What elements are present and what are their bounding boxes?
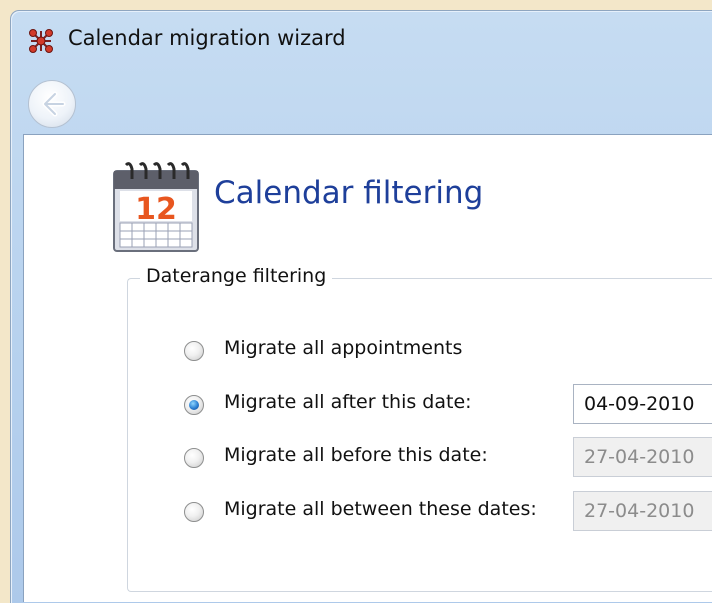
radio-label: Migrate all between these dates: — [224, 498, 537, 520]
calendar-day-number: 12 — [135, 192, 177, 227]
page-title: Calendar filtering — [214, 175, 484, 211]
radio-label: Migrate all appointments — [224, 337, 463, 359]
window-title: Calendar migration wizard — [68, 26, 346, 50]
radio-before-date[interactable] — [184, 448, 204, 468]
calendar-icon: 12 — [113, 162, 199, 252]
group-legend: Daterange filtering — [140, 265, 333, 287]
network-nodes-icon — [29, 29, 53, 53]
between-start-date-field[interactable] — [573, 491, 712, 531]
wizard-content: 12 Calendar filtering Daterange filterin… — [23, 134, 712, 602]
radio-label: Migrate all after this date: — [224, 391, 472, 413]
radio-after-date[interactable] — [184, 395, 204, 415]
after-date-field[interactable] — [573, 384, 712, 424]
back-button[interactable] — [28, 80, 76, 128]
radio-between-dates[interactable] — [184, 502, 204, 522]
radio-label: Migrate all before this date: — [224, 444, 488, 466]
radio-all-appointments[interactable] — [184, 341, 204, 361]
before-date-field[interactable] — [573, 437, 712, 477]
back-arrow-icon — [42, 91, 66, 117]
daterange-filtering-group: Daterange filtering Migrate all appointm… — [127, 265, 712, 592]
